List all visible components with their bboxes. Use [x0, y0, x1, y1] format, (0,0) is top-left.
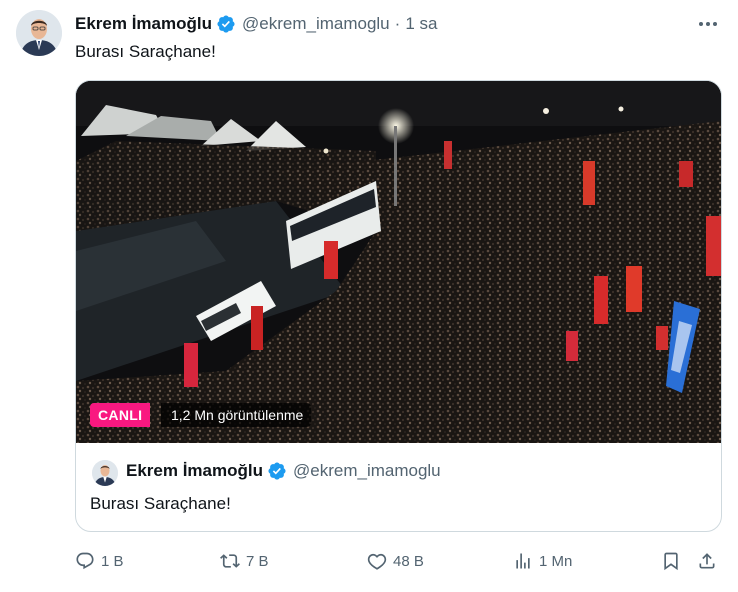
- tweet-timestamp[interactable]: 1 sa: [405, 14, 437, 34]
- bookmark-button[interactable]: [661, 546, 681, 576]
- heart-icon: [367, 553, 387, 570]
- quote-card[interactable]: CANLI 1,2 Mn görüntülenme Ekrem İmamoğlu: [75, 80, 722, 532]
- live-video-thumbnail[interactable]: CANLI 1,2 Mn görüntülenme: [76, 81, 721, 443]
- share-button[interactable]: [697, 546, 717, 576]
- share-icon: [699, 553, 715, 569]
- live-badge: CANLI: [90, 403, 151, 427]
- separator-dot: ·: [394, 14, 401, 33]
- repost-count: 7 B: [246, 552, 269, 570]
- tweet[interactable]: Ekrem İmamoğlu @ekrem_imamoglu · 1 sa Bu…: [0, 0, 738, 592]
- quoted-tweet[interactable]: Ekrem İmamoğlu @ekrem_imamoglu Burası Sa…: [76, 443, 721, 531]
- reply-count: 1 B: [101, 552, 124, 570]
- reply-icon: [76, 552, 94, 570]
- quoted-author-display-name[interactable]: Ekrem İmamoğlu: [126, 461, 263, 481]
- quoted-author-handle[interactable]: @ekrem_imamoglu: [293, 461, 441, 481]
- bar-chart-icon: [516, 553, 530, 569]
- view-count-badge: 1,2 Mn görüntülenme: [161, 403, 312, 427]
- views-button[interactable]: 1 Mn: [513, 546, 572, 576]
- verified-badge-icon[interactable]: [216, 14, 236, 34]
- repost-icon: [220, 554, 240, 568]
- more-options-icon[interactable]: [694, 12, 722, 36]
- tweet-text: Burası Saraçhane!: [75, 42, 216, 61]
- bookmark-icon: [664, 552, 678, 571]
- reply-button[interactable]: 1 B: [75, 546, 124, 576]
- quoted-tweet-text: Burası Saraçhane!: [90, 494, 231, 513]
- quoted-author-avatar[interactable]: [92, 460, 118, 486]
- author-avatar[interactable]: [16, 10, 62, 56]
- view-count: 1 Mn: [539, 552, 573, 570]
- like-count: 48 B: [393, 552, 424, 570]
- verified-badge-icon[interactable]: [267, 461, 287, 481]
- author-handle[interactable]: @ekrem_imamoglu: [242, 14, 390, 34]
- action-bar: 1 B 7 B 48 B 1 Mn: [75, 546, 725, 576]
- like-button[interactable]: 48 B: [367, 546, 424, 576]
- repost-button[interactable]: 7 B: [220, 546, 269, 576]
- tweet-header: Ekrem İmamoğlu @ekrem_imamoglu · 1 sa: [75, 12, 722, 36]
- author-display-name[interactable]: Ekrem İmamoğlu: [75, 14, 212, 34]
- quoted-tweet-header: Ekrem İmamoğlu @ekrem_imamoglu: [126, 461, 441, 481]
